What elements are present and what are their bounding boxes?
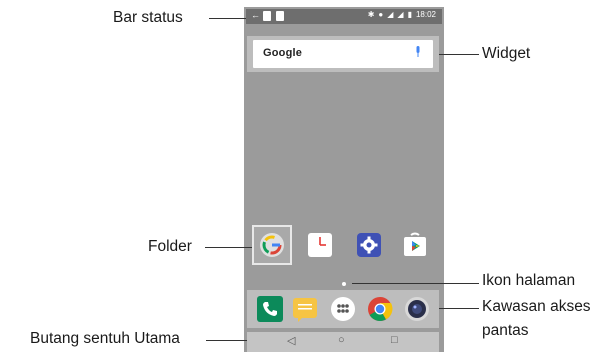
leader-quick-access xyxy=(439,308,479,309)
label-quick-access-2: pantas xyxy=(482,322,529,339)
label-folder: Folder xyxy=(148,238,192,255)
leader-widget xyxy=(439,54,479,55)
gear-icon[interactable] xyxy=(356,232,382,258)
status-bar: ← ✱ ● ◢ ◢ ▮ 18:02 xyxy=(246,9,442,24)
camera-icon[interactable] xyxy=(404,296,430,322)
arrow-icon: ← xyxy=(251,10,260,20)
page-indicator-dot[interactable] xyxy=(342,282,346,286)
leader-status-bar xyxy=(209,18,246,19)
status-indicators: ✱ ● ◢ ◢ ▮ 18:02 xyxy=(368,10,436,19)
leader-home-touch xyxy=(206,340,247,341)
back-button[interactable]: ◁ xyxy=(287,334,295,347)
leader-page-icon xyxy=(352,283,479,284)
leader-folder xyxy=(205,247,252,248)
google-logo: Google xyxy=(263,47,303,59)
google-search-widget[interactable]: Google xyxy=(253,40,433,68)
recent-apps-button[interactable]: □ xyxy=(391,334,398,346)
label-widget: Widget xyxy=(482,45,531,62)
status-time: 18:02 xyxy=(415,10,436,19)
clock-icon[interactable] xyxy=(307,232,333,258)
label-quick-access: Kawasan akses xyxy=(482,298,591,315)
do-not-disturb-icon: ● xyxy=(378,10,384,19)
sd-card-icon xyxy=(276,11,284,21)
battery-icon: ▮ xyxy=(407,10,412,19)
label-status-bar: Bar status xyxy=(113,9,183,26)
status-notifications: ← xyxy=(251,11,284,21)
apps-grid-icon[interactable] xyxy=(330,296,356,322)
mic-icon[interactable] xyxy=(415,46,421,58)
messages-icon[interactable] xyxy=(292,296,318,322)
chrome-icon[interactable] xyxy=(367,296,393,322)
home-button[interactable]: ○ xyxy=(338,334,345,346)
signal2-icon: ◢ xyxy=(397,10,404,19)
phone-icon[interactable] xyxy=(257,296,283,322)
google-folder-icon[interactable] xyxy=(259,232,285,258)
play-store-icon[interactable] xyxy=(402,232,428,258)
signal-icon: ◢ xyxy=(387,10,394,19)
label-page-icon: Ikon halaman xyxy=(482,272,576,289)
sim-icon xyxy=(263,11,271,21)
bluetooth-icon: ✱ xyxy=(367,10,375,19)
home-touch-buttons: ◁ ○ □ xyxy=(247,332,439,352)
label-home-touch: Butang sentuh Utama xyxy=(30,330,180,347)
